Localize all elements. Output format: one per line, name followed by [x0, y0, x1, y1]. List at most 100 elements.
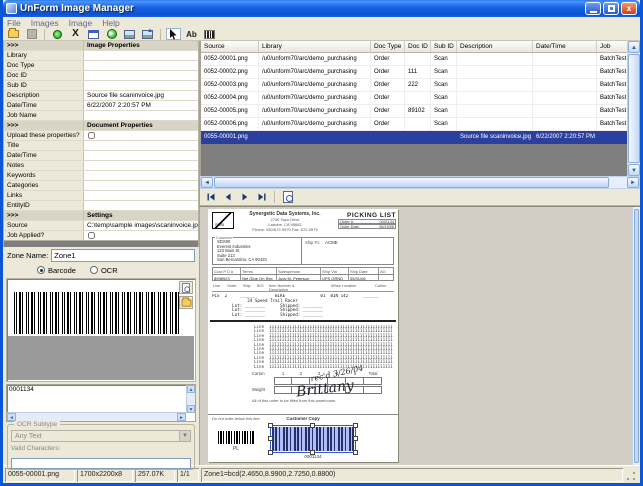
resize-handle[interactable] [268, 423, 273, 428]
customer-address: SDS90 Everest Industries 123 Main St. Su… [217, 240, 267, 263]
document-header: SDSI Synergetic Data Systems, Inc. 2740 … [210, 211, 396, 235]
table-row[interactable]: 0052-00002.png/u0/unform70/arc/demo_purc… [201, 66, 640, 79]
previous-record-button[interactable] [221, 191, 234, 204]
job-applied-checkbox[interactable] [88, 232, 95, 239]
resize-grip-icon[interactable] [625, 470, 637, 482]
scrollbar-thumb[interactable] [628, 54, 640, 163]
barcode-radio[interactable]: Barcode [37, 266, 76, 275]
close-button[interactable]: x [621, 2, 637, 15]
zone-name-input[interactable] [51, 249, 195, 262]
order-date-label: Order Date: [340, 225, 360, 228]
scroll-up-icon[interactable]: ▲ [628, 41, 640, 53]
document-preview[interactable]: SDSI Synergetic Data Systems, Inc. 2740 … [200, 206, 640, 465]
list-vertical-scrollbar[interactable]: ▲ ▼ [627, 41, 640, 176]
toolbar-separator [44, 29, 45, 40]
company-logo: SDSI [212, 212, 234, 229]
scroll-down-icon[interactable]: ▼ [628, 164, 640, 176]
menu-help[interactable]: Help [102, 18, 119, 28]
status-button[interactable] [50, 28, 65, 40]
scroll-left-icon[interactable]: ◄ [201, 177, 213, 188]
result-vertical-scrollbar[interactable]: ▲▼ [186, 385, 195, 413]
resize-handle[interactable] [353, 423, 358, 428]
page-magnifier-icon [182, 283, 190, 293]
column-header-library[interactable]: Library [259, 41, 371, 52]
preview-document-button[interactable] [281, 191, 294, 204]
section-expander[interactable]: >>> [4, 211, 84, 220]
section-header-settings[interactable]: >>> Settings [4, 211, 198, 221]
table-row[interactable]: 0052-00003.png/u0/unform70/arc/demo_purc… [201, 79, 640, 92]
selected-barcode-value: 0001134 [270, 454, 356, 459]
text-zone-icon: Ab [186, 30, 197, 39]
zone-image-view[interactable] [6, 278, 196, 382]
preview-vertical-scrollbar[interactable] [632, 207, 640, 465]
column-header-source[interactable]: Source [201, 41, 259, 52]
open-button[interactable] [6, 28, 21, 40]
title-bar[interactable]: UnForm Image Manager x [3, 0, 640, 17]
next-record-button[interactable] [238, 191, 251, 204]
properties-button[interactable] [86, 28, 101, 40]
upload-image-icon [142, 30, 153, 39]
table-row[interactable]: 0052-00005.png/u0/unform70/arc/demo_purc… [201, 105, 640, 118]
run-job-button[interactable]: ▶ [104, 28, 119, 40]
first-record-button[interactable] [204, 191, 217, 204]
scroll-right-icon[interactable]: ► [627, 177, 639, 188]
divider-rule [210, 320, 396, 322]
table-row[interactable]: 0052-00001.png/u0/unform70/arc/demo_purc… [201, 53, 640, 66]
table-row[interactable]: 0052-00004.png/u0/unform70/arc/demo_purc… [201, 92, 640, 105]
valid-characters-input[interactable] [11, 458, 191, 469]
property-row: Upload these properties? [4, 131, 198, 141]
chevron-down-icon: ▼ [179, 431, 190, 441]
menu-images[interactable]: Images [31, 18, 59, 28]
section-header-document-properties[interactable]: >>> Document Properties [4, 121, 198, 131]
menu-image[interactable]: Image [69, 18, 93, 28]
property-row: Library [4, 51, 198, 61]
last-record-button[interactable] [255, 191, 268, 204]
resize-handle[interactable] [310, 423, 315, 428]
text-zone-tool-button[interactable]: Ab [184, 28, 199, 40]
section-expander[interactable]: >>> [4, 41, 84, 50]
image-icon [124, 30, 135, 39]
property-row: Title [4, 141, 198, 151]
selected-barcode-zone[interactable] [270, 425, 356, 453]
zone-name-row: Zone Name: [3, 247, 199, 264]
column-header-description[interactable]: Description [457, 41, 533, 52]
column-header-datetime[interactable]: Date/Time [533, 41, 597, 52]
table-row-selected[interactable]: 0055-00001.pngSource file scaninvoice.jp… [201, 131, 640, 144]
delete-button[interactable]: X [68, 28, 83, 40]
column-header-docid[interactable]: Doc ID [405, 41, 431, 52]
menu-file[interactable]: File [7, 18, 21, 28]
app-icon [6, 3, 17, 14]
pointer-tool-button[interactable] [166, 28, 181, 40]
section-header-image-properties[interactable]: >>> Image Properties [4, 41, 198, 51]
pl-barcode-label: PL [218, 446, 254, 452]
ocr-subtype-dropdown[interactable]: Any Text ▼ [11, 430, 191, 442]
order-number: 0001134 [380, 220, 395, 223]
properties-window-icon [88, 30, 99, 39]
table-row[interactable]: 0052-00006.png/u0/unform70/arc/demo_purc… [201, 118, 640, 131]
zone-open-button[interactable] [179, 296, 193, 309]
upload-button[interactable] [140, 28, 155, 40]
list-horizontal-scrollbar[interactable]: ◄ ► [200, 176, 640, 189]
resize-handle[interactable] [268, 436, 273, 441]
minimize-button[interactable] [585, 2, 601, 15]
order-date: 06/19/06 [379, 225, 394, 228]
column-header-subid[interactable]: Sub ID [431, 41, 457, 52]
scrollbar-thumb[interactable] [214, 177, 609, 188]
pointer-icon [169, 29, 178, 40]
upload-properties-checkbox[interactable] [88, 132, 95, 139]
zone-result-box[interactable]: 0001134 ▲▼ ◄► [6, 384, 196, 422]
column-header-doctype[interactable]: Doc Type [371, 41, 405, 52]
section-expander[interactable]: >>> [4, 121, 84, 130]
scrollbar-thumb[interactable] [634, 209, 639, 463]
ocr-radio[interactable]: OCR [90, 266, 118, 275]
resize-handle[interactable] [353, 436, 358, 441]
image-button[interactable] [122, 28, 137, 40]
maximize-button[interactable] [603, 2, 619, 15]
open-folder-icon [181, 299, 191, 306]
property-row: Links [4, 191, 198, 201]
barcode-zone-tool-button[interactable] [202, 28, 217, 40]
save-button[interactable] [24, 28, 39, 40]
result-horizontal-scrollbar[interactable]: ◄► [7, 412, 186, 421]
document-page: SDSI Synergetic Data Systems, Inc. 2740 … [208, 209, 398, 462]
zone-preview-button[interactable] [179, 281, 193, 294]
